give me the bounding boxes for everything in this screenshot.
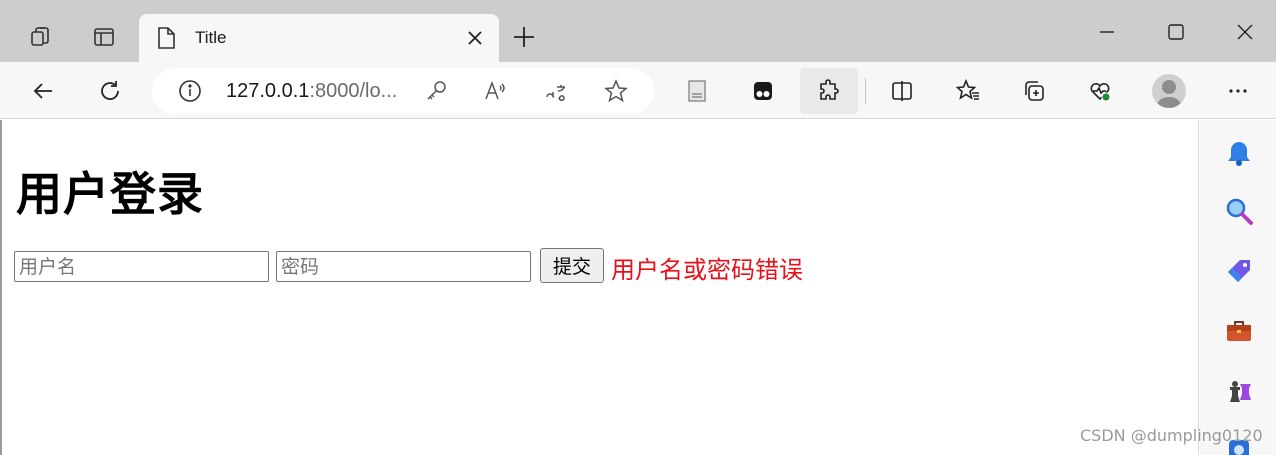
extensions-puzzle-icon[interactable]: [812, 74, 846, 108]
close-tab-icon[interactable]: [465, 28, 485, 48]
maximize-icon[interactable]: [1161, 17, 1191, 47]
toolbar-divider: [865, 78, 866, 104]
minimize-icon[interactable]: [1092, 17, 1122, 47]
username-input[interactable]: [14, 251, 269, 282]
document-extension-icon[interactable]: [680, 74, 714, 108]
active-tab[interactable]: Title: [139, 14, 499, 62]
close-window-icon[interactable]: [1230, 17, 1260, 47]
read-aloud-icon[interactable]: [484, 79, 508, 103]
password-input[interactable]: [276, 251, 531, 282]
tampermonkey-icon[interactable]: [746, 74, 780, 108]
shopping-tag-icon[interactable]: [1224, 256, 1254, 286]
translate-icon[interactable]: [544, 79, 568, 103]
split-screen-icon[interactable]: [885, 74, 919, 108]
notification-bell-icon[interactable]: [1224, 138, 1254, 168]
vertical-tabs-icon[interactable]: [89, 22, 119, 52]
browser-essentials-icon[interactable]: [1083, 74, 1117, 108]
error-message: 用户名或密码错误: [611, 256, 803, 284]
url-text[interactable]: 127.0.0.1:8000/lo...: [226, 80, 397, 103]
edge-sidebar: [1200, 120, 1276, 455]
back-arrow-icon[interactable]: [26, 74, 60, 108]
collections-icon[interactable]: [1017, 74, 1051, 108]
refresh-icon[interactable]: [93, 74, 127, 108]
favorites-icon[interactable]: [951, 74, 985, 108]
workspaces-icon[interactable]: [26, 22, 56, 52]
favorite-star-icon[interactable]: [604, 79, 628, 103]
tab-title: Title: [195, 28, 227, 47]
search-icon[interactable]: [1224, 196, 1254, 226]
address-bar[interactable]: 127.0.0.1:8000/lo...: [152, 68, 654, 114]
watermark: CSDN @dumpling0120: [1080, 426, 1263, 445]
url-host: 127.0.0.1: [226, 80, 310, 102]
profile-avatar[interactable]: [1152, 74, 1186, 108]
site-info-icon[interactable]: [178, 79, 202, 103]
url-path: :8000/lo...: [309, 80, 398, 102]
page-icon: [158, 27, 175, 49]
page-title: 用户登录: [16, 167, 204, 221]
browser-toolbar: 127.0.0.1:8000/lo...: [0, 62, 1276, 119]
key-icon[interactable]: [424, 79, 448, 103]
submit-button[interactable]: 提交: [540, 248, 604, 283]
more-menu-icon[interactable]: [1221, 74, 1255, 108]
new-tab-icon[interactable]: [510, 23, 538, 51]
games-chess-icon[interactable]: [1224, 376, 1254, 406]
tools-briefcase-icon[interactable]: [1224, 316, 1254, 346]
tab-strip: Title: [0, 0, 1276, 62]
page-viewport: 用户登录 提交 用户名或密码错误: [0, 120, 1199, 455]
